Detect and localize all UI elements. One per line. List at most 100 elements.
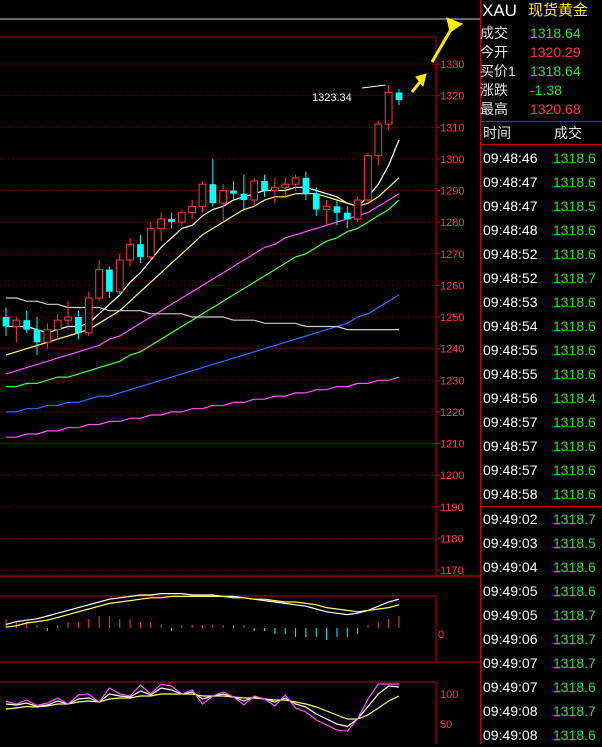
candle-body — [281, 183, 290, 188]
price-axis-label: 1220 — [440, 407, 464, 419]
tick-price: 1318.7 — [553, 270, 596, 286]
tick-price: 1318.7 — [553, 607, 596, 623]
tick-price: 1318.6 — [553, 438, 596, 454]
ticks-header: 时间 成交 — [480, 121, 602, 145]
candle-body — [157, 218, 165, 229]
tick-row[interactable]: 09:48:56 1318.4 — [480, 386, 602, 410]
tick-price: 1318.5 — [553, 198, 596, 214]
tick-row[interactable]: 09:49:07 1318.6 — [480, 675, 602, 699]
tick-row[interactable]: 09:48:57 1318.6 — [480, 434, 602, 458]
tick-row[interactable]: 09:48:55 1318.6 — [480, 362, 602, 386]
candle-body — [312, 193, 320, 210]
ticks-header-price: 成交 — [554, 125, 582, 141]
tick-price: 1318.6 — [553, 318, 596, 334]
candle-body — [302, 177, 310, 194]
tick-row[interactable]: 09:48:57 1318.6 — [480, 410, 602, 434]
tick-price: 1318.6 — [553, 366, 596, 382]
tick-time: 09:48:47 — [483, 198, 538, 214]
tick-price: 1318.6 — [553, 679, 596, 695]
price-axis-label: 1270 — [440, 249, 464, 261]
candle-body — [126, 243, 134, 261]
kline-chart[interactable]: 1330 1320 1310 1300 1290 1280 1270 1260 1250 1240… — [0, 0, 480, 744]
price-axis-label: 1170 — [440, 565, 464, 577]
tick-price: 1318.4 — [553, 390, 596, 406]
candle-body — [12, 319, 21, 327]
tick-row[interactable]: 09:49:07 1318.7 — [480, 651, 602, 675]
tick-time: 09:49:04 — [483, 559, 538, 575]
candle-body — [2, 317, 10, 327]
candle-body — [198, 183, 207, 207]
tick-row[interactable]: 09:49:08 1318.7 — [480, 699, 602, 723]
tick-time: 09:49:08 — [483, 703, 538, 719]
tick-price: 1318.6 — [553, 174, 596, 190]
candle-body — [291, 177, 300, 185]
tick-price: 1318.5 — [553, 535, 596, 551]
moving-average-line — [5, 193, 400, 375]
candle-body — [343, 212, 351, 219]
tick-row[interactable]: 09:49:06 1318.7 — [480, 627, 602, 651]
candle-body — [33, 329, 41, 343]
tick-row[interactable]: 09:48:55 1318.6 — [480, 338, 602, 362]
tick-row[interactable]: 09:49:03 1318.5 — [480, 531, 602, 555]
tick-row[interactable]: 09:48:58 1318.6 — [480, 482, 602, 506]
tick-row[interactable]: 09:48:52 1318.6 — [480, 242, 602, 266]
tick-row[interactable]: 09:48:46 1318.6 — [480, 146, 602, 170]
tick-time: 09:49:08 — [483, 727, 538, 743]
price-axis-label: 1190 — [440, 502, 464, 514]
tick-row[interactable]: 09:49:02 1318.7 — [480, 507, 602, 531]
tick-price: 1318.6 — [553, 246, 596, 262]
tick-row[interactable]: 09:48:54 1318.6 — [480, 314, 602, 338]
candle-body — [364, 155, 372, 201]
tick-time: 09:49:05 — [483, 607, 538, 623]
quote-row-label: 今开 — [480, 44, 508, 60]
price-axis-label: 1240 — [440, 344, 464, 356]
tick-time: 09:48:55 — [483, 342, 538, 358]
tick-row[interactable]: 09:48:52 1318.7 — [480, 266, 602, 290]
tick-row[interactable]: 09:48:47 1318.5 — [480, 194, 602, 218]
quote-row-value: 1318.64 — [530, 25, 581, 41]
quote-row-label: 成交 — [480, 25, 508, 41]
tick-row[interactable]: 09:48:57 1318.6 — [480, 458, 602, 482]
tick-time: 09:48:58 — [483, 486, 538, 502]
quote-panel: XAU 现货黄金 成交 1318.64 今开 1320.29 买价1 1318.64 涨跌 -… — [480, 0, 602, 744]
tick-price: 1318.7 — [553, 631, 596, 647]
tick-time: 09:49:05 — [483, 583, 538, 599]
price-axis-label: 1230 — [440, 375, 464, 387]
tick-row[interactable]: 09:48:53 1318.6 — [480, 290, 602, 314]
price-axis-label: 1310 — [440, 122, 464, 134]
candle-body — [115, 259, 124, 293]
tick-row[interactable]: 09:48:47 1318.6 — [480, 170, 602, 194]
candle-body — [395, 92, 403, 100]
price-axis-label: 1250 — [440, 312, 464, 324]
tick-price: 1318.6 — [553, 414, 596, 430]
candle-body — [353, 199, 362, 220]
tick-row[interactable]: 09:49:08 1318.6 — [480, 723, 602, 747]
tick-time: 09:48:57 — [483, 462, 538, 478]
tick-time: 09:49:07 — [483, 655, 538, 671]
tick-price: 1318.7 — [553, 703, 596, 719]
tick-price: 1318.6 — [553, 727, 596, 743]
arrow-annotations — [410, 17, 464, 93]
kdj-j-line — [5, 683, 399, 732]
kdj-d-line — [5, 693, 400, 720]
tick-row[interactable]: 09:49:05 1318.6 — [480, 579, 602, 603]
candle-body — [95, 269, 103, 299]
candle-body — [250, 180, 259, 201]
tick-row[interactable]: 09:49:04 1318.6 — [480, 555, 602, 579]
kdj-label-100: 100 — [440, 689, 458, 701]
tick-price: 1318.6 — [553, 294, 596, 310]
candle-body — [43, 329, 52, 343]
quote-row-label: 买价1 — [480, 63, 516, 79]
tick-price: 1318.6 — [553, 462, 596, 478]
candle-body — [240, 193, 248, 200]
macd-zero-label: 0 — [438, 629, 444, 641]
tick-row[interactable]: 09:49:05 1318.7 — [480, 603, 602, 627]
high-price-label: 1323.34 — [312, 92, 352, 104]
candle-body — [219, 190, 228, 204]
ticks-header-time: 时间 — [483, 125, 511, 141]
tick-time: 09:48:57 — [483, 414, 538, 430]
symbol-code: XAU — [482, 1, 517, 20]
price-axis-label: 1180 — [440, 533, 464, 545]
quote-row-value: 1318.64 — [530, 63, 581, 79]
tick-row[interactable]: 09:48:48 1318.6 — [480, 218, 602, 242]
